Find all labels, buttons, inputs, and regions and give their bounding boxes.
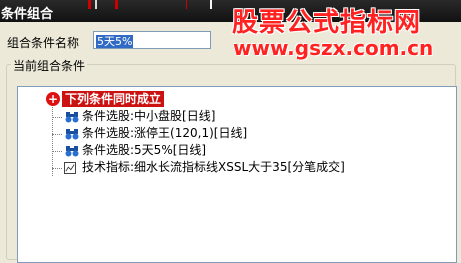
window-title: 条件组合	[1, 7, 54, 22]
binoculars-icon	[65, 146, 79, 157]
titlebar-decoration	[186, 0, 187, 9]
combo-name-value: 5天5%	[96, 35, 134, 48]
titlebar-decoration	[88, 0, 91, 9]
binoculars-icon	[65, 129, 79, 140]
condition-tree[interactable]: + 下列条件同时成立 条件选股:中小盘股[日线] 条件选股:涨停王(120,1)…	[17, 86, 457, 263]
titlebar-decoration	[115, 0, 118, 9]
group-label: 当前组合条件	[11, 57, 88, 74]
tree-item[interactable]: 条件选股:涨停王(120,1)[日线]	[82, 125, 247, 142]
tree-connector	[52, 134, 62, 136]
titlebar-decoration	[95, 0, 97, 9]
tree-connector	[52, 168, 62, 170]
tree-root[interactable]: 下列条件同时成立	[62, 91, 165, 108]
tree-root-label: 下列条件同时成立	[62, 91, 165, 107]
tree-connector	[52, 117, 62, 119]
tree-item[interactable]: 技术指标:细水长流指标线XSSL大于35[分笔成交]	[82, 159, 345, 176]
tree-connector	[52, 101, 54, 176]
watermark-url: www.gszx.com.cn	[233, 36, 434, 60]
plus-icon[interactable]: +	[46, 92, 60, 106]
binoculars-icon	[65, 112, 79, 123]
tree-connector	[52, 151, 62, 153]
titlebar-decoration	[210, 0, 212, 9]
tree-item[interactable]: 条件选股:5天5%[日线]	[82, 142, 206, 159]
watermark-title: 股票公式指标网	[232, 8, 422, 38]
tree-item[interactable]: 条件选股:中小盘股[日线]	[82, 108, 215, 125]
combo-name-input[interactable]: 5天5%	[93, 31, 211, 49]
name-label: 组合条件名称	[7, 36, 80, 50]
chart-icon	[64, 162, 76, 174]
